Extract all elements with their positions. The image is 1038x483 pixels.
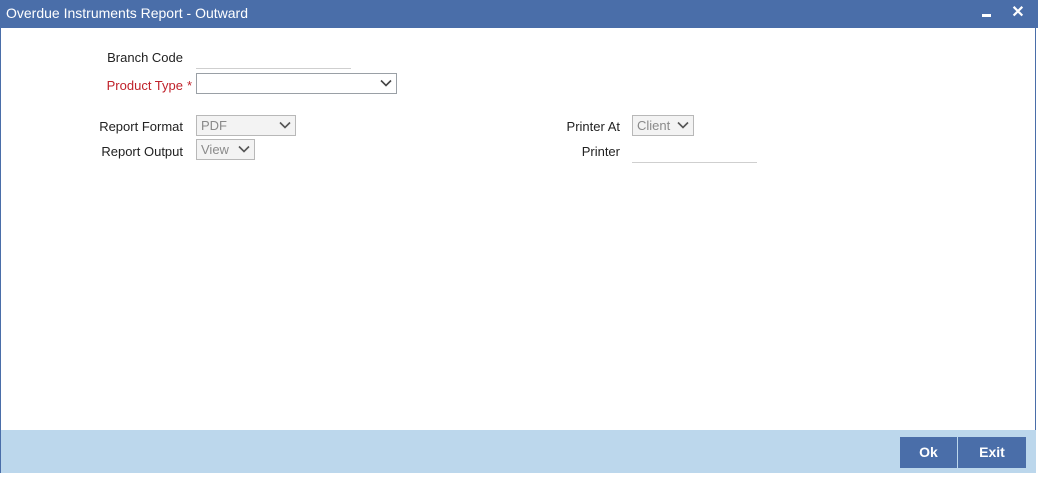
title-bar: Overdue Instruments Report - Outward ✕	[0, 0, 1038, 28]
report-window	[0, 0, 1036, 473]
printer-at-value: Client	[637, 118, 671, 133]
printer-at-label: Printer At	[566, 119, 620, 134]
printer-label: Printer	[581, 144, 620, 159]
product-type-label: Product Type	[106, 78, 183, 93]
printer-at-select[interactable]: Client	[632, 115, 694, 136]
chevron-down-icon	[380, 79, 392, 87]
exit-button[interactable]: Exit	[958, 437, 1026, 468]
footer-bar: Ok Exit	[1, 430, 1036, 473]
chevron-down-icon	[279, 121, 291, 129]
product-type-select[interactable]	[196, 73, 397, 94]
report-output-value: View	[201, 142, 229, 157]
chevron-down-icon	[238, 145, 250, 153]
report-format-select[interactable]: PDF	[196, 115, 296, 136]
branch-code-label: Branch Code	[107, 50, 183, 65]
printer-input[interactable]	[632, 145, 757, 163]
chevron-down-icon	[677, 121, 689, 129]
report-output-label: Report Output	[101, 144, 183, 159]
report-format-value: PDF	[201, 118, 227, 133]
branch-code-input[interactable]	[196, 51, 351, 69]
close-icon[interactable]: ✕	[1007, 2, 1029, 24]
report-format-label: Report Format	[99, 119, 183, 134]
window-title: Overdue Instruments Report - Outward	[6, 5, 248, 21]
minimize-icon[interactable]	[976, 2, 998, 24]
ok-button[interactable]: Ok	[900, 437, 957, 468]
required-asterisk: *	[187, 78, 193, 93]
report-output-select[interactable]: View	[196, 139, 255, 160]
